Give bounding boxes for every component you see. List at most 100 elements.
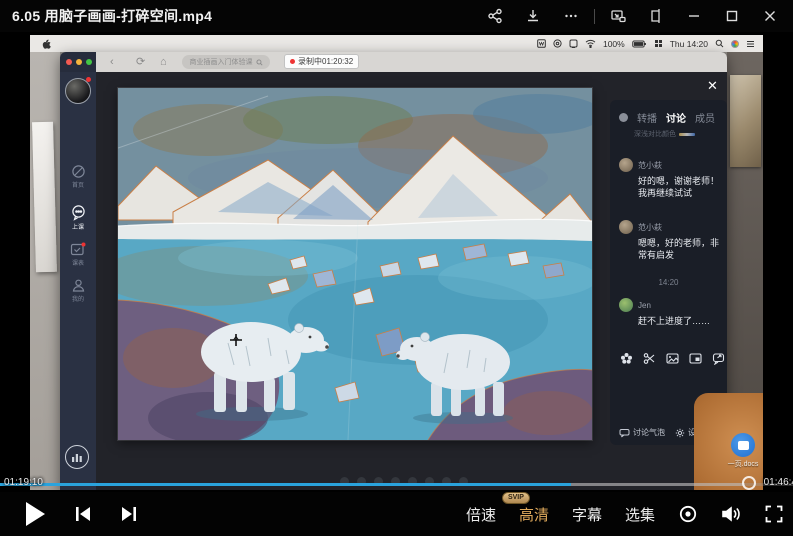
sidebar-label-home: 首页 bbox=[60, 180, 96, 189]
back-icon: ‹ bbox=[110, 55, 114, 69]
minimize-traffic-light bbox=[76, 59, 82, 65]
sender-name: 范小萩 bbox=[638, 222, 662, 233]
schedule-icon bbox=[70, 242, 86, 257]
profile-icon bbox=[71, 278, 86, 293]
episodes-button[interactable]: 选集 bbox=[625, 504, 655, 525]
dock-side-icon[interactable] bbox=[641, 3, 671, 29]
video-title: 6.05 用脑子画画-打碎空间.mp4 bbox=[0, 6, 212, 26]
sidebar-item-schedule: 课表 bbox=[60, 242, 96, 267]
play-button[interactable] bbox=[24, 501, 46, 527]
chat-message: 范小萩 嗯嗯，好的老师，非常有启发 bbox=[619, 220, 719, 261]
wifi-icon bbox=[585, 39, 596, 48]
more-icon[interactable] bbox=[556, 3, 586, 29]
control-center-icon bbox=[746, 40, 755, 48]
playback-speed-button[interactable]: 倍速 bbox=[466, 504, 496, 525]
screenshot-icon bbox=[689, 352, 702, 365]
scissors-icon bbox=[643, 352, 656, 365]
sidebar-item-home: 首页 bbox=[60, 164, 96, 189]
minimize-icon[interactable] bbox=[679, 3, 709, 29]
collapse-icon bbox=[619, 113, 628, 122]
gear-icon bbox=[675, 428, 685, 438]
volume-button[interactable] bbox=[721, 505, 742, 523]
search-field-text: 商业插画入门体验课 bbox=[190, 57, 253, 67]
titlebar-divider bbox=[594, 9, 595, 24]
class-bubble-icon bbox=[70, 204, 87, 221]
macos-menubar: 100% Thu 14:20 bbox=[30, 35, 763, 52]
progress-row: 01:19:10 01:46:4 bbox=[0, 476, 793, 492]
sender-name: Jen bbox=[638, 301, 651, 310]
miniplayer-icon[interactable] bbox=[603, 3, 633, 29]
video-player-window: 6.05 用脑子画画-打碎空间.mp4 bbox=[0, 0, 793, 536]
progress-played bbox=[0, 483, 571, 486]
maximize-icon[interactable] bbox=[717, 3, 747, 29]
polar-bear-painting bbox=[118, 88, 592, 440]
recording-time: 录制中01:20:32 bbox=[298, 56, 353, 67]
message-text: 赶不上进度了…… bbox=[638, 315, 719, 327]
desktop-photo bbox=[32, 122, 57, 272]
message-text: 好的嗯，谢谢老师！我再继续试试 bbox=[638, 175, 719, 199]
menubar-clock: Thu 14:20 bbox=[670, 39, 708, 49]
docs-file-label: 一页.docs bbox=[725, 459, 761, 469]
sender-name: 范小萩 bbox=[638, 160, 662, 171]
grid-icon bbox=[654, 39, 663, 48]
emoji-flower-icon bbox=[620, 352, 633, 365]
recording-badge: 录制中01:20:32 bbox=[284, 54, 359, 69]
home-icon: ⌂ bbox=[160, 55, 167, 69]
desktop-file-docs: 一页.docs bbox=[725, 433, 761, 469]
apple-logo-icon bbox=[30, 38, 51, 49]
course-app-window: ‹ ⟳ ⌂ 商业插画入门体验课 录制中01:20:32 首页 bbox=[60, 52, 727, 490]
stats-button bbox=[65, 445, 89, 469]
discussion-bubble-toggle: 讨论气泡 bbox=[619, 427, 665, 438]
video-frame[interactable]: 100% Thu 14:20 ‹ bbox=[30, 35, 763, 490]
sidebar-item-class: 上课 bbox=[60, 204, 96, 231]
chat-timestamp: 14:20 bbox=[610, 278, 727, 287]
status-circle-icon bbox=[553, 39, 562, 48]
avatar bbox=[619, 298, 633, 312]
sidebar-label-profile: 我的 bbox=[60, 294, 96, 303]
chat-toolbar bbox=[620, 352, 725, 365]
share-bubble-icon bbox=[712, 352, 725, 365]
traffic-light-block bbox=[60, 52, 96, 72]
chat-tabs: 转播 讨论 成员 bbox=[610, 108, 727, 126]
next-button[interactable] bbox=[120, 505, 138, 523]
fullscreen-button[interactable] bbox=[765, 505, 783, 523]
spotlight-icon bbox=[715, 39, 724, 48]
app-window-titlebar: ‹ ⟳ ⌂ 商业插画入门体验课 录制中01:20:32 bbox=[60, 52, 727, 72]
close-icon[interactable] bbox=[755, 3, 785, 29]
subtitles-button[interactable]: 字幕 bbox=[572, 504, 602, 525]
player-titlebar: 6.05 用脑子画画-打碎空间.mp4 bbox=[0, 0, 793, 32]
player-controls: 倍速 SVIP 高清 字幕 选集 bbox=[0, 492, 793, 536]
recording-dot bbox=[290, 59, 295, 64]
search-icon bbox=[256, 59, 263, 66]
w-app-icon bbox=[537, 39, 546, 48]
sidebar-label-class: 上课 bbox=[60, 222, 96, 231]
desktop-artwork bbox=[730, 75, 761, 167]
download-icon[interactable] bbox=[518, 3, 548, 29]
chat-message: 范小萩 好的嗯，谢谢老师！我再继续试试 bbox=[619, 158, 719, 199]
progress-ring-decor bbox=[742, 476, 756, 490]
total-time: 01:46:4 bbox=[764, 477, 793, 488]
tab-relay: 转播 bbox=[637, 110, 657, 125]
battery-icon bbox=[632, 40, 647, 48]
chat-message: Jen 赶不上进度了…… bbox=[619, 298, 719, 327]
image-icon bbox=[666, 352, 679, 365]
menubar-status-items: 100% Thu 14:20 bbox=[537, 39, 763, 49]
message-text: 嗯嗯，好的老师，非常有启发 bbox=[638, 237, 719, 261]
bar-chart-icon bbox=[71, 452, 83, 463]
svip-badge: SVIP bbox=[502, 492, 530, 504]
quality-button[interactable]: SVIP 高清 bbox=[519, 504, 549, 525]
course-search-field: 商业插画入门体验课 bbox=[182, 55, 270, 69]
avatar-notification-dot bbox=[86, 77, 91, 82]
sidebar-item-profile: 我的 bbox=[60, 278, 96, 303]
previous-button[interactable] bbox=[74, 505, 92, 523]
share-icon[interactable] bbox=[480, 3, 510, 29]
color-strip bbox=[679, 133, 695, 136]
sidebar-label-schedule: 课表 bbox=[60, 258, 96, 267]
avatar bbox=[619, 220, 633, 234]
panel-close-icon: ✕ bbox=[707, 78, 718, 94]
record-screen-button[interactable] bbox=[678, 504, 698, 524]
avatar bbox=[619, 158, 633, 172]
chat-footer: 讨论气泡 设置 bbox=[619, 427, 704, 438]
desktop-left-strip bbox=[30, 52, 60, 490]
tab-discussion: 讨论 bbox=[666, 110, 686, 125]
